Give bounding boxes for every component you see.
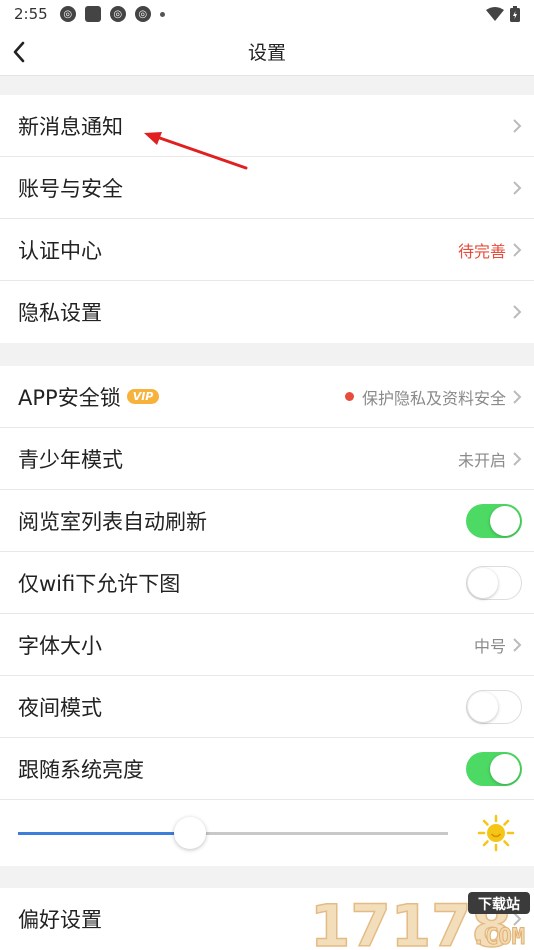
page-title: 设置: [247, 42, 286, 64]
brightness-slider-thumb[interactable]: [174, 816, 206, 849]
chevron-right-icon: [512, 637, 522, 653]
brightness-slider-fill: [18, 831, 190, 835]
row-night-mode: 夜间模式: [0, 676, 534, 738]
site-watermark-logo: 17178 下载站 .COM: [310, 891, 530, 950]
toggle-knob: [468, 567, 498, 598]
app-preferences-group: APP安全锁 VIP 保护隐私及资料安全 青少年模式 未开启 阅览室列表自动刷新…: [0, 366, 534, 866]
app-notification-icon: ◎: [134, 6, 151, 22]
app-notification-icon: ◎: [109, 6, 126, 22]
teen-mode-status: 未开启: [457, 450, 506, 470]
brightness-slider[interactable]: [18, 816, 448, 849]
row-label: 认证中心: [18, 238, 102, 263]
chevron-right-icon: [512, 451, 522, 467]
vip-badge: VIP: [126, 389, 160, 404]
row-label: 新消息通知: [18, 114, 123, 139]
battery-icon: [510, 6, 520, 22]
sun-icon: [477, 814, 515, 852]
row-label: APP安全锁: [18, 385, 121, 410]
chevron-right-icon: [512, 304, 522, 320]
app-lock-hint: 保护隐私及资料安全: [361, 388, 506, 408]
row-verification-center[interactable]: 认证中心 待完善: [0, 219, 534, 281]
toggle-knob: [490, 753, 520, 784]
row-privacy-settings[interactable]: 隐私设置: [0, 281, 534, 343]
svg-text:下载站: 下载站: [478, 896, 520, 913]
chevron-right-icon: [512, 180, 522, 196]
row-label: 账号与安全: [18, 176, 123, 201]
brightness-slider-row: [0, 800, 534, 866]
follow-brightness-toggle[interactable]: [466, 751, 522, 786]
row-label: 阅览室列表自动刷新: [18, 509, 207, 534]
app-notification-icon: [84, 6, 101, 22]
red-dot-indicator: [344, 392, 354, 401]
row-label: 仅wifi下允许下图: [18, 571, 181, 596]
status-bar: 2:55 ◎ ◎ ◎: [0, 0, 534, 28]
app-notification-icon: ◎: [59, 6, 76, 22]
more-notifications-dot: [159, 11, 165, 17]
row-label: 字体大小: [18, 633, 102, 658]
verification-status: 待完善: [457, 241, 506, 261]
row-label: 青少年模式: [18, 447, 123, 472]
back-button[interactable]: [12, 38, 36, 66]
annotation-arrow-icon: [144, 132, 248, 170]
row-label: 偏好设置: [18, 908, 102, 932]
row-font-size[interactable]: 字体大小 中号: [0, 614, 534, 676]
row-account-security[interactable]: 账号与安全: [0, 157, 534, 219]
row-label: 隐私设置: [18, 301, 102, 325]
row-auto-refresh: 阅览室列表自动刷新: [0, 490, 534, 552]
wifi-icon: [486, 7, 504, 21]
row-new-message-notification[interactable]: 新消息通知: [0, 95, 534, 157]
chevron-right-icon: [512, 242, 522, 258]
wifi-only-toggle[interactable]: [466, 565, 522, 600]
row-label: 跟随系统亮度: [18, 757, 144, 782]
account-settings-group: 新消息通知 账号与安全 认证中心 待完善 隐私设置: [0, 95, 534, 343]
night-mode-toggle[interactable]: [466, 689, 522, 724]
toggle-knob: [490, 505, 520, 536]
status-time: 2:55: [14, 5, 48, 23]
chevron-left-icon: [13, 41, 25, 63]
row-teen-mode[interactable]: 青少年模式 未开启: [0, 428, 534, 490]
toggle-knob: [468, 691, 498, 722]
svg-text:.COM: .COM: [472, 925, 525, 950]
chevron-right-icon: [512, 118, 522, 134]
font-size-value: 中号: [473, 636, 506, 656]
chevron-right-icon: [512, 389, 522, 405]
row-label: 夜间模式: [18, 695, 102, 720]
row-app-security-lock[interactable]: APP安全锁 VIP 保护隐私及资料安全: [0, 366, 534, 428]
auto-refresh-toggle[interactable]: [466, 503, 522, 538]
row-wifi-only-download: 仅wifi下允许下图: [0, 552, 534, 614]
row-follow-system-brightness: 跟随系统亮度: [0, 738, 534, 800]
top-bar: 设置: [0, 28, 534, 76]
